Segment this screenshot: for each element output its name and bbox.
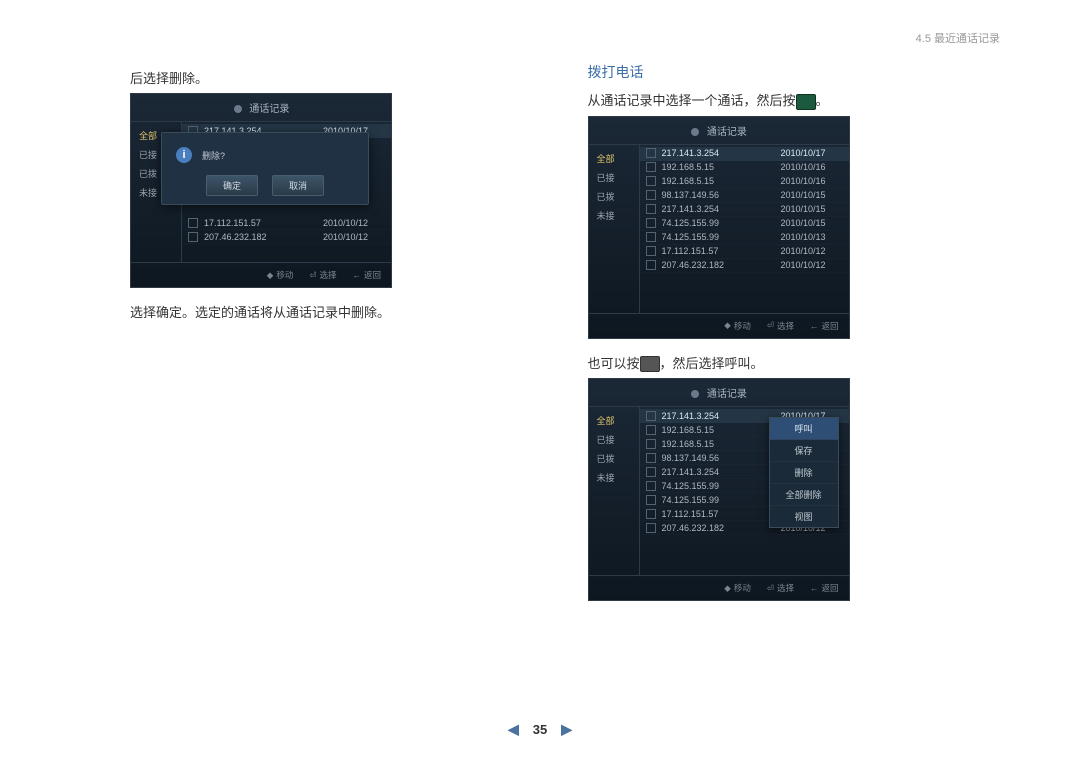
sidebar: 全部 已接 已拨 未接	[589, 407, 640, 575]
sidebar-dialed[interactable]: 已拨	[589, 449, 639, 468]
caption-select-call: 从通话记录中选择一个通话，然后按。	[588, 90, 1001, 110]
page-number: 35	[533, 722, 547, 737]
confirm-dialog: i 删除? 确定 取消	[161, 132, 369, 205]
call-button-icon	[796, 94, 816, 110]
menu-view[interactable]: 视图	[770, 506, 838, 527]
ok-button[interactable]: 确定	[206, 175, 258, 196]
caption-alt-call: 也可以按，然后选择呼叫。	[588, 353, 1001, 373]
sidebar-all[interactable]: 全部	[589, 411, 639, 430]
screenshot-delete-dialog: 通话记录 全部 已接 已拨 未接 217.141.3.2542010/10/17…	[130, 93, 392, 288]
sidebar-missed[interactable]: 未接	[589, 468, 639, 487]
left-column: 后选择删除。 通话记录 全部 已接 已拨 未接 217.141.3.254201…	[130, 62, 543, 601]
menu-button-icon	[640, 356, 660, 372]
page-navigation: ◀ 35 ▶	[508, 721, 572, 738]
hint-select: ⏎ 选择	[309, 269, 336, 281]
cancel-button[interactable]: 取消	[272, 175, 324, 196]
sidebar: 全部 已接 已拨 未接	[589, 145, 640, 313]
phone-icon	[690, 127, 700, 137]
sidebar-received[interactable]: 已接	[589, 168, 639, 187]
footer-hints: ◆ 移动 ⏎ 选择 ← 返回	[131, 262, 391, 287]
hint-move: ◆ 移动	[267, 269, 294, 281]
dialog-message: 删除?	[202, 149, 225, 162]
prev-page-button[interactable]: ◀	[508, 721, 519, 738]
sidebar-all[interactable]: 全部	[589, 149, 639, 168]
phone-icon	[690, 389, 700, 399]
right-column: 拨打电话 从通话记录中选择一个通话，然后按。 通话记录 全部 已接 已拨 未接 …	[588, 62, 1001, 601]
sidebar-received[interactable]: 已接	[589, 430, 639, 449]
list-item[interactable]: 192.168.5.152010/10/16	[640, 175, 849, 189]
menu-delete[interactable]: 删除	[770, 462, 838, 484]
menu-delete-all[interactable]: 全部删除	[770, 484, 838, 506]
list-item[interactable]: 207.46.232.1822010/10/12	[182, 230, 391, 244]
list-item[interactable]: 17.112.151.572010/10/12	[640, 245, 849, 259]
list-item[interactable]: 217.141.3.2542010/10/15	[640, 203, 849, 217]
list-item[interactable]: 98.137.149.562010/10/15	[640, 189, 849, 203]
footer-hints: ◆ 移动 ⏎ 选择 ← 返回	[589, 313, 849, 338]
sidebar-missed[interactable]: 未接	[589, 206, 639, 225]
list-item[interactable]: 207.46.232.1822010/10/12	[640, 259, 849, 273]
list-item[interactable]: 74.125.155.992010/10/15	[640, 217, 849, 231]
caption-delete: 后选择删除。	[130, 68, 543, 87]
screen-title: 通话记录	[589, 117, 849, 145]
screen-title: 通话记录	[131, 94, 391, 122]
page-header: 4.5 最近通话记录	[916, 30, 1000, 46]
screen-title: 通话记录	[589, 379, 849, 407]
list-item[interactable]: 74.125.155.992010/10/13	[640, 231, 849, 245]
screenshot-call-log: 通话记录 全部 已接 已拨 未接 217.141.3.2542010/10/17…	[588, 116, 850, 339]
hint-back: ← 返回	[352, 269, 381, 281]
list-item[interactable]: 17.112.151.572010/10/12	[182, 216, 391, 230]
menu-call[interactable]: 呼叫	[770, 418, 838, 440]
list-item[interactable]: 217.141.3.2542010/10/17	[640, 147, 849, 161]
caption-confirm: 选择确定。选定的通话将从通话记录中删除。	[130, 302, 543, 321]
footer-hints: ◆ 移动 ⏎ 选择 ← 返回	[589, 575, 849, 600]
call-list: 217.141.3.2542010/10/17192.168.5.152010/…	[640, 145, 849, 313]
section-make-call: 拨打电话	[588, 62, 1001, 82]
info-icon: i	[176, 147, 192, 163]
list-item[interactable]: 192.168.5.152010/10/16	[640, 161, 849, 175]
phone-icon	[233, 104, 243, 114]
menu-save[interactable]: 保存	[770, 440, 838, 462]
sidebar-dialed[interactable]: 已拨	[589, 187, 639, 206]
next-page-button[interactable]: ▶	[561, 721, 572, 738]
context-menu: 呼叫 保存 删除 全部删除 视图	[769, 417, 839, 528]
screenshot-context-menu: 通话记录 全部 已接 已拨 未接 217.141.3.2542010/10/17…	[588, 378, 850, 601]
